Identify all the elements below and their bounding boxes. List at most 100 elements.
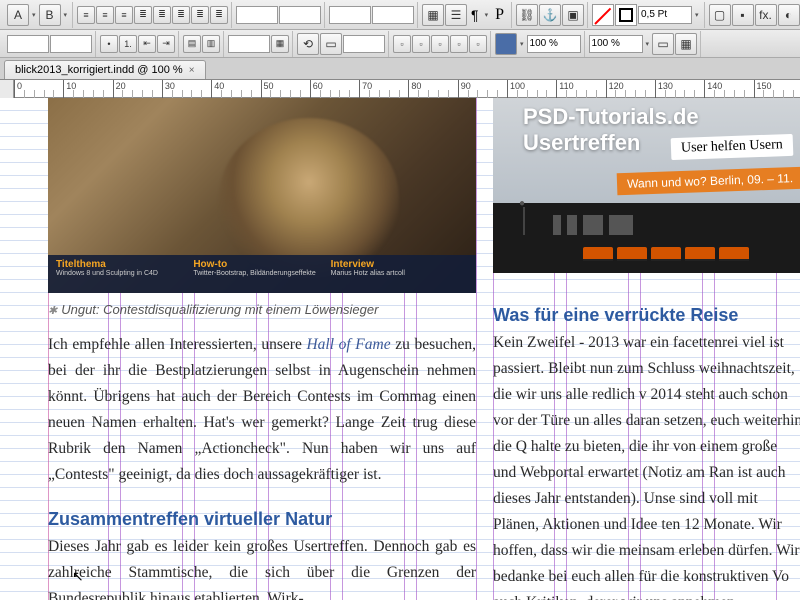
zoom-field[interactable] <box>589 35 643 53</box>
ruler-tick: 70 <box>359 80 372 98</box>
hall-of-fame-link: Hall of Fame <box>306 336 390 353</box>
number-list-button[interactable]: 1. <box>119 35 137 53</box>
right-indent-field[interactable] <box>279 6 321 24</box>
wrap-jump-button[interactable]: ▫ <box>450 35 468 53</box>
anchor-icon[interactable]: ⚓ <box>539 4 561 26</box>
dropdown-arrow-icon[interactable]: ▾ <box>518 40 526 48</box>
dropdown-arrow-icon[interactable]: ▾ <box>693 11 701 19</box>
chain-icon[interactable]: ⛓ <box>516 4 538 26</box>
justify-all-button[interactable]: ≣ <box>210 6 228 24</box>
outdent-button[interactable]: ⇤ <box>138 35 156 53</box>
body-paragraph: Kein Zweifel - 2013 war ein facettenrei … <box>493 330 800 600</box>
page-content: Titelthema Windows 8 und Sculpting in C4… <box>0 98 800 600</box>
text-tools-group: ▦ ☰ ¶ ▾ P <box>419 2 512 28</box>
wrap-next-button[interactable]: ▫ <box>469 35 487 53</box>
story-direction-button[interactable]: ⟲ <box>297 33 319 55</box>
space-after-field[interactable] <box>372 6 414 24</box>
hero-image-frame[interactable]: Titelthema Windows 8 und Sculpting in C4… <box>48 98 476 293</box>
tab-close-button[interactable]: × <box>189 65 195 76</box>
fx-button[interactable]: fx. <box>755 4 777 26</box>
tint-field[interactable] <box>527 35 581 53</box>
ruler-tick: 50 <box>261 80 274 98</box>
baseline-grid-button[interactable]: ▦ <box>422 4 444 26</box>
ruler-tick: 60 <box>310 80 323 98</box>
stroke-weight-field[interactable] <box>638 6 692 24</box>
ruler-tick: 110 <box>556 80 573 98</box>
dropdown-arrow-icon[interactable]: ▾ <box>62 11 70 19</box>
spacing-group <box>326 2 418 28</box>
align-right-button[interactable]: ≡ <box>115 6 133 24</box>
ruler-tick: 80 <box>408 80 421 98</box>
wrap-shape-button[interactable]: ▫ <box>431 35 449 53</box>
body-paragraph: Ich empfehle allen Interessierten, unser… <box>48 332 476 488</box>
screen-mode-button[interactable]: ▭ <box>652 33 674 55</box>
hero-sub-3: Marius Hotz alias artcoll <box>331 270 468 277</box>
ruler-tick: 40 <box>211 80 224 98</box>
wrap-group: ▫ ▫ ▫ ▫ ▫ <box>390 31 491 57</box>
align-group: ≡ ≡ ≡ ≣ ≣ ≣ ≣ ≣ <box>74 2 232 28</box>
ruler-origin[interactable] <box>0 80 14 98</box>
hero-sub-1: Windows 8 und Sculpting in C4D <box>56 270 193 277</box>
bullets-group: • 1. ⇤ ⇥ <box>97 31 179 57</box>
corner-options-button[interactable]: ▢ <box>709 4 731 26</box>
first-indent-field[interactable] <box>7 35 49 53</box>
hero-col-2: How-to Twitter-Bootstrap, Bildänderungse… <box>193 259 330 289</box>
wrap-bbox-button[interactable]: ▫ <box>412 35 430 53</box>
hero-sub-2: Twitter-Bootstrap, Bildänderungseffekte <box>193 270 330 277</box>
indent-group <box>233 2 325 28</box>
caption-bullet-icon: ✱ <box>48 305 57 317</box>
banner-image-frame[interactable]: PSD-Tutorials.de Usertreffen User helfen… <box>493 98 800 273</box>
justify-center-button[interactable]: ≣ <box>172 6 190 24</box>
left-indent-field[interactable] <box>236 6 278 24</box>
columns-field[interactable] <box>228 35 270 53</box>
text-frame-right[interactable]: Was für eine verrückte Reise Kein Zweife… <box>493 302 800 600</box>
last-indent-field[interactable] <box>50 35 92 53</box>
drop-shadow-button[interactable]: ▪ <box>732 4 754 26</box>
rotation-field[interactable] <box>343 35 385 53</box>
fill-color-swatch[interactable] <box>495 33 517 55</box>
span-columns-button[interactable]: ▦ <box>271 35 289 53</box>
train-icon <box>583 247 749 261</box>
space-before-field[interactable] <box>329 6 371 24</box>
justify-right-button[interactable]: ≣ <box>191 6 209 24</box>
ruler-tick: 30 <box>162 80 175 98</box>
dropdown-arrow-icon[interactable]: ▾ <box>644 40 652 48</box>
text-frame-left[interactable]: Ich empfehle allen Interessierten, unser… <box>48 332 476 600</box>
color-group: ▾ <box>492 31 585 57</box>
pilcrow-button[interactable]: ☰ <box>445 4 467 26</box>
dropdown-arrow-icon[interactable]: ▾ <box>483 11 491 19</box>
align-center-button[interactable]: ≡ <box>96 6 114 24</box>
bullet-list-button[interactable]: • <box>100 35 118 53</box>
frame-options-button[interactable]: ▭ <box>320 33 342 55</box>
p-style-icon: P <box>491 6 508 24</box>
columns-group: ▦ <box>225 31 293 57</box>
char-style-b[interactable]: B <box>39 4 61 26</box>
char-style-a[interactable]: A <box>7 4 29 26</box>
align-to-grid-button[interactable]: ▤ <box>183 35 201 53</box>
banner-tag: Wann und wo? Berlin, 09. – 11. <box>617 167 800 195</box>
no-grid-button[interactable]: ▥ <box>202 35 220 53</box>
stroke-swatch[interactable] <box>615 4 637 26</box>
ruler-tick: 90 <box>458 80 471 98</box>
image-caption[interactable]: ✱ Ungut: Contestdisqualifizierung mit ein… <box>48 302 378 317</box>
align-left-button[interactable]: ≡ <box>77 6 95 24</box>
ruler-tick: 0 <box>14 80 22 98</box>
dropdown-arrow-icon[interactable]: ▾ <box>30 11 38 19</box>
document-tab-bar: blick2013_korrigiert.indd @ 100 % × <box>0 58 800 80</box>
indent-button[interactable]: ⇥ <box>157 35 175 53</box>
opacity-icon[interactable]: ◐ <box>778 4 800 26</box>
wrap-none-button[interactable]: ▫ <box>393 35 411 53</box>
caption-text: Ungut: Contestdisqualifizierung mit eine… <box>61 302 378 317</box>
subheading: Was für eine verrückte Reise <box>493 302 800 328</box>
buildings-icon <box>553 215 800 235</box>
control-panel-row1: A ▾ B ▾ ≡ ≡ ≡ ≣ ≣ ≣ ≣ ≣ ▦ ☰ ¶ ▾ P ⛓ ⚓ ▣ … <box>0 0 800 30</box>
justify-left-button[interactable]: ≣ <box>153 6 171 24</box>
document-tab[interactable]: blick2013_korrigiert.indd @ 100 % × <box>4 60 206 79</box>
document-canvas[interactable]: Titelthema Windows 8 und Sculpting in C4… <box>0 98 800 600</box>
control-panel-row2: • 1. ⇤ ⇥ ▤ ▥ ▦ ⟲ ▭ ▫ ▫ ▫ ▫ ▫ ▾ ▾ ▭ ▦ <box>0 30 800 58</box>
arrange-button[interactable]: ▦ <box>675 33 697 55</box>
horizontal-ruler[interactable]: 0102030405060708090100110120130140150160 <box>0 80 800 98</box>
text-wrap-icon[interactable]: ▣ <box>562 4 584 26</box>
fill-none-swatch[interactable] <box>592 4 614 26</box>
justify-button[interactable]: ≣ <box>134 6 152 24</box>
